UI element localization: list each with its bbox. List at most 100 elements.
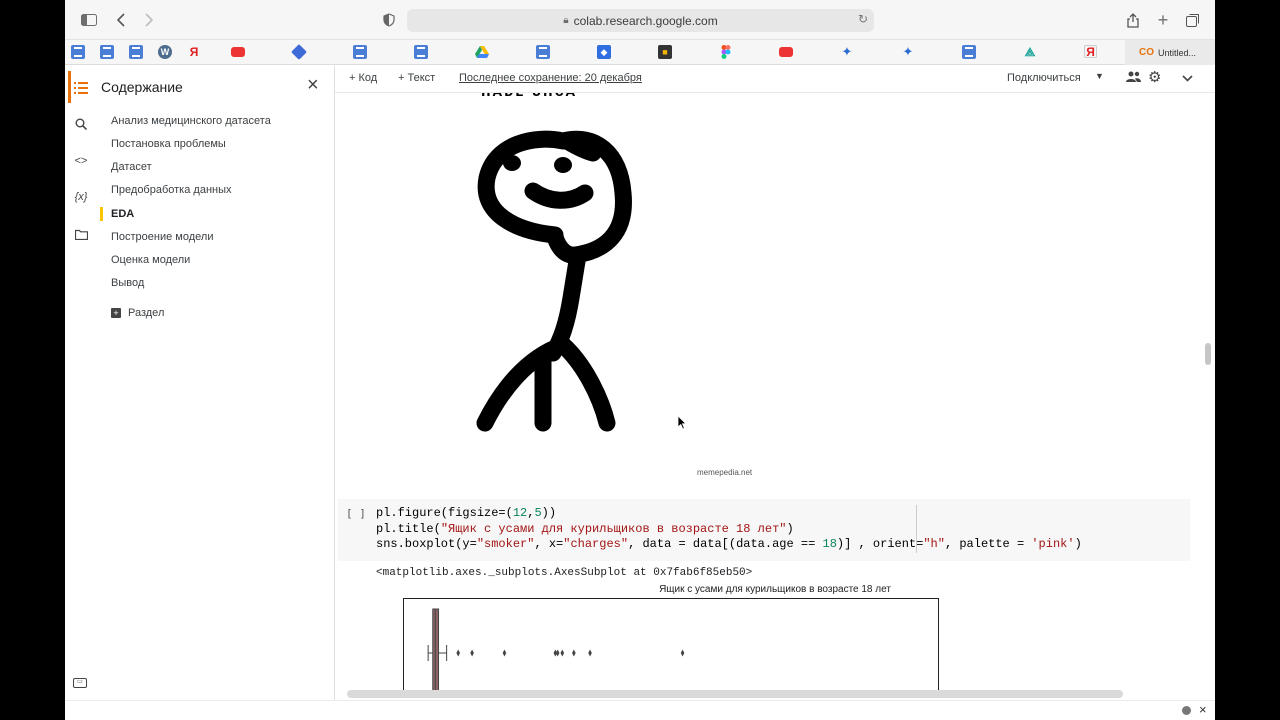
- outlier-point: [456, 649, 460, 657]
- docs-favicon-icon[interactable]: [414, 45, 428, 59]
- code-token: 5: [534, 506, 542, 520]
- status-strip: ×: [65, 700, 1215, 720]
- code-token: "charges": [563, 537, 629, 551]
- terminal-icon[interactable]: ▭: [73, 678, 87, 688]
- reload-icon[interactable]: ↻: [858, 12, 868, 26]
- code-token: sns.boxplot(y=: [376, 537, 477, 551]
- toc-item-conclusion[interactable]: Вывод: [111, 277, 144, 289]
- code-token: , data = data[(data.age ==: [628, 537, 823, 551]
- sidebar-toggle-icon[interactable]: [77, 8, 101, 32]
- docs-favicon-icon[interactable]: [962, 45, 976, 59]
- wordpress-favicon-icon[interactable]: W: [158, 45, 172, 59]
- toc-item-dataset[interactable]: Датасет: [111, 161, 152, 173]
- docs-favicon-icon[interactable]: [129, 45, 143, 59]
- last-saved-link[interactable]: Последнее сохранение: 20 декабря: [459, 72, 642, 84]
- toc-item-eda[interactable]: EDA: [111, 208, 134, 220]
- toc-list-icon[interactable]: [73, 80, 89, 96]
- code-line[interactable]: pl.title("Ящик с усами для курильщиков в…: [376, 522, 794, 536]
- jira-favicon-icon[interactable]: ✦: [840, 44, 854, 59]
- boxplot-chart: 0: [403, 598, 939, 698]
- code-token: "h": [923, 537, 945, 551]
- yandex-favicon-icon[interactable]: Я: [1084, 45, 1097, 59]
- code-line[interactable]: pl.figure(figsize=(12,5)): [376, 506, 556, 520]
- address-bar[interactable]: 🔒︎ colab.research.google.com ↻: [407, 9, 874, 32]
- tab-colab[interactable]: CO Untitled...: [1125, 40, 1215, 65]
- meme-caption: ᴨᴀᴅᴇ ᴜᴨᴄᴀ: [481, 93, 577, 101]
- toc-active-marker: [100, 207, 103, 221]
- add-code-button[interactable]: + Код: [349, 72, 377, 84]
- code-token: pl.figure(figsize=(: [376, 506, 513, 520]
- text-cursor: [916, 505, 917, 553]
- chevron-down-icon[interactable]: ▼: [1095, 71, 1104, 81]
- folder-icon[interactable]: [73, 226, 89, 242]
- outlier-point: [560, 649, 565, 657]
- toc-item-analysis[interactable]: Анализ медицинского датасета: [111, 115, 271, 127]
- code-token: 18: [822, 537, 837, 551]
- plot-frame: [403, 598, 939, 698]
- docs-favicon-icon[interactable]: [353, 45, 367, 59]
- close-icon[interactable]: ×: [307, 74, 319, 97]
- code-token: , x=: [534, 537, 564, 551]
- triangle-favicon-icon[interactable]: ⟁: [1023, 45, 1037, 59]
- add-section-button[interactable]: + Раздел: [111, 307, 164, 319]
- code-token: pl.title(: [376, 522, 441, 536]
- privacy-shield-icon[interactable]: [377, 8, 401, 32]
- share-people-icon[interactable]: [1126, 70, 1141, 85]
- colab-logo-icon: CO: [1139, 47, 1154, 58]
- toc-item-preprocessing[interactable]: Предобработка данных: [111, 184, 232, 196]
- tab-title: Untitled...: [1158, 47, 1197, 58]
- code-token: )): [541, 506, 557, 520]
- gear-icon[interactable]: ⚙: [1148, 68, 1161, 86]
- close-icon[interactable]: ×: [1199, 702, 1207, 717]
- favorites-bar: W Я ◆ ■ ✦ ✦ ⟁ Я CO Untitled...: [65, 40, 1215, 65]
- docs-favicon-icon[interactable]: [100, 45, 114, 59]
- tab-overview-icon[interactable]: [1181, 8, 1205, 32]
- toc-item-model-building[interactable]: Построение модели: [111, 231, 213, 243]
- cell-run-button[interactable]: [ ]: [346, 507, 366, 520]
- youtube-favicon-icon[interactable]: [779, 47, 793, 57]
- new-tab-icon[interactable]: +: [1151, 8, 1175, 32]
- code-token: )] , orient=: [836, 537, 924, 551]
- vertical-scrollbar[interactable]: [1205, 343, 1211, 365]
- chevron-down-icon[interactable]: [1182, 70, 1193, 85]
- toc-panel: Содержание × Анализ медицинского датасет…: [95, 66, 335, 700]
- youtube-favicon-icon[interactable]: [231, 47, 245, 57]
- forward-icon[interactable]: [137, 8, 161, 32]
- meme-image: [476, 130, 632, 432]
- url-text: colab.research.google.com: [573, 13, 718, 28]
- toc-title: Содержание: [101, 79, 183, 95]
- docs-favicon-icon[interactable]: [71, 45, 85, 59]
- outlier-point: [680, 649, 685, 657]
- add-text-label: Текст: [407, 72, 436, 84]
- horizontal-scrollbar[interactable]: [347, 690, 1123, 698]
- outlier-point: [588, 649, 592, 657]
- outlier-point: [470, 649, 474, 657]
- variables-icon[interactable]: {x}: [73, 189, 89, 205]
- code-token: , palette =: [944, 537, 1032, 551]
- add-code-label: Код: [358, 72, 378, 84]
- compass-favicon-icon[interactable]: ◆: [597, 45, 611, 59]
- slides-favicon-icon[interactable]: ■: [658, 45, 672, 59]
- rail-active-indicator: [68, 71, 71, 103]
- code-snippets-icon[interactable]: <>: [73, 153, 89, 169]
- connect-button[interactable]: Подключиться: [1007, 72, 1081, 84]
- search-icon[interactable]: [73, 116, 89, 132]
- yandex-favicon-icon[interactable]: Я: [187, 45, 201, 59]
- add-text-button[interactable]: + Текст: [398, 72, 435, 84]
- code-token: ): [786, 522, 794, 536]
- jira-favicon-icon[interactable]: ✦: [901, 44, 915, 59]
- notebook-main: ᴨᴀᴅᴇ ᴜᴨᴄᴀ memepedia.net [ ] pl.figure(fi…: [335, 93, 1215, 700]
- layers-favicon-icon[interactable]: [291, 44, 307, 60]
- toc-item-model-evaluation[interactable]: Оценка модели: [111, 254, 190, 266]
- share-icon[interactable]: [1121, 8, 1145, 32]
- code-cell[interactable]: [ ] pl.figure(figsize=(12,5)) pl.title("…: [338, 499, 1190, 561]
- toc-item-problem[interactable]: Постановка проблемы: [111, 138, 226, 150]
- code-line[interactable]: sns.boxplot(y="smoker", x="charges", dat…: [376, 537, 1082, 551]
- back-icon[interactable]: [109, 8, 133, 32]
- lock-icon: 🔒︎: [563, 15, 569, 26]
- code-token: 12: [512, 506, 528, 520]
- docs-favicon-icon[interactable]: [536, 45, 550, 59]
- drive-favicon-icon[interactable]: [475, 45, 489, 59]
- browser-toolbar: 🔒︎ colab.research.google.com ↻ +: [65, 0, 1215, 40]
- figma-favicon-icon[interactable]: [719, 45, 733, 59]
